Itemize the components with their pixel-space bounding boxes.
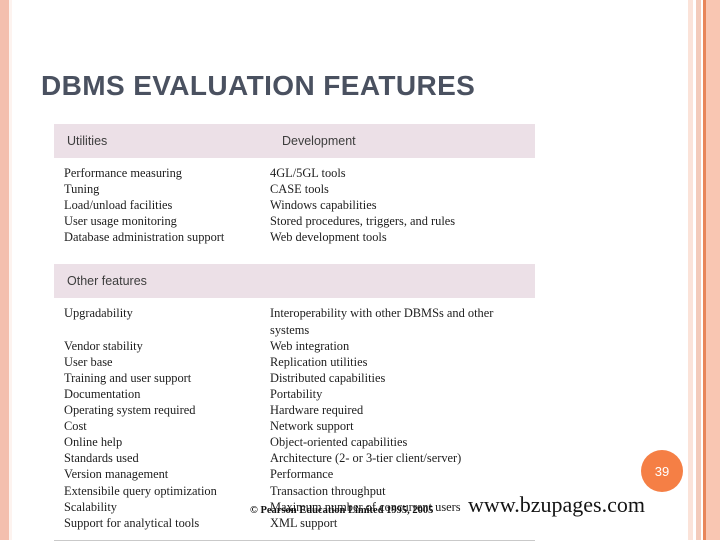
section-header-row: Utilities Development bbox=[54, 124, 535, 158]
section-body: Performance measuring 4GL/5GL tools Tuni… bbox=[54, 158, 535, 245]
table-cell: Vendor stability bbox=[64, 338, 143, 353]
table-cell: Upgradability bbox=[64, 306, 133, 321]
table-cell: Cost bbox=[64, 419, 87, 434]
left-edge-inner-stripe bbox=[9, 0, 12, 540]
table-cell: Stored procedures, triggers, and rules bbox=[270, 214, 456, 229]
table-cell: User usage monitoring bbox=[64, 214, 177, 229]
section-header-row: Other features bbox=[54, 264, 535, 299]
table-cell: Performance measuring bbox=[64, 166, 183, 180]
right-stripe-6 bbox=[706, 0, 720, 540]
table-cell: Architecture (2- or 3-tier client/server… bbox=[270, 451, 462, 466]
left-edge-stripe bbox=[0, 0, 9, 540]
table-row: Operating system required Hardware requi… bbox=[54, 402, 535, 418]
table-row: Cost Network support bbox=[54, 418, 535, 434]
table-cell: Distributed capabilities bbox=[270, 370, 386, 385]
table-cell: Tuning bbox=[64, 182, 100, 197]
page-title: DBMS EVALUATION FEATURES bbox=[41, 70, 476, 101]
evaluation-features-table: Utilities Development Performance measur… bbox=[54, 124, 535, 541]
table-cell: Hardware required bbox=[270, 403, 364, 418]
table-cell: Portability bbox=[270, 386, 323, 401]
section-body: Upgradability Interoperability with othe… bbox=[54, 298, 535, 530]
table-cell: 4GL/5GL tools bbox=[270, 166, 346, 180]
table-row: User base Replication utilities bbox=[54, 354, 535, 370]
table-row: Documentation Portability bbox=[54, 386, 535, 402]
table-section-utilities: Utilities Development Performance measur… bbox=[54, 124, 535, 245]
table-row: Tuning CASE tools bbox=[54, 181, 535, 197]
table-row: Version management Performance bbox=[54, 466, 535, 482]
table-cell: Interoperability with other DBMSs and ot… bbox=[270, 306, 494, 337]
table-cell: Replication utilities bbox=[270, 354, 368, 369]
table-row: Load/unload facilities Windows capabilit… bbox=[54, 197, 535, 213]
table-cell: Training and user support bbox=[64, 370, 192, 385]
site-watermark: www.bzupages.com bbox=[468, 492, 645, 517]
table-section-other-features: Other features Upgradability Interoperab… bbox=[54, 264, 535, 541]
table-cell: Extensibile query optimization bbox=[64, 483, 217, 498]
table-cell: Version management bbox=[64, 467, 169, 482]
table-cell: Support for analytical tools bbox=[64, 515, 200, 530]
table-cell: Object-oriented capabilities bbox=[270, 435, 408, 450]
table-cell: Scalability bbox=[64, 499, 117, 514]
table-row: Support for analytical tools XML support bbox=[54, 515, 535, 531]
table-cell: Performance bbox=[270, 467, 334, 482]
table-row: Vendor stability Web integration bbox=[54, 338, 535, 354]
table-cell: Database administration support bbox=[64, 230, 225, 245]
table-cell: Network support bbox=[270, 419, 354, 434]
column-header-other-features: Other features bbox=[67, 274, 147, 289]
table-row: Online help Object-oriented capabilities bbox=[54, 434, 535, 450]
page-number-badge: 39 bbox=[641, 450, 683, 492]
table-cell: User base bbox=[64, 354, 113, 369]
table-cell: Windows capabilities bbox=[270, 198, 377, 213]
table-cell: Web development tools bbox=[270, 230, 387, 245]
copyright-notice: © Pearson Education Limited 1995, 2005 bbox=[250, 505, 434, 516]
table-row: Performance measuring 4GL/5GL tools bbox=[54, 165, 535, 181]
table-row: Standards used Architecture (2- or 3-tie… bbox=[54, 450, 535, 466]
table-cell: Web integration bbox=[270, 338, 350, 353]
right-edge-stripe-group bbox=[688, 0, 720, 540]
column-header-development: Development bbox=[282, 134, 356, 148]
table-row: Training and user support Distributed ca… bbox=[54, 370, 535, 386]
table-cell: Load/unload facilities bbox=[64, 198, 173, 213]
table-row: User usage monitoring Stored procedures,… bbox=[54, 213, 535, 229]
table-row: Upgradability Interoperability with othe… bbox=[54, 305, 535, 337]
table-row: Extensibile query optimization Transacti… bbox=[54, 483, 535, 499]
table-cell: Standards used bbox=[64, 451, 139, 466]
table-cell: Online help bbox=[64, 435, 123, 450]
table-cell: CASE tools bbox=[270, 182, 329, 197]
table-cell: Documentation bbox=[64, 386, 141, 401]
table-row: Database administration support Web deve… bbox=[54, 229, 535, 245]
column-header-utilities: Utilities bbox=[67, 134, 108, 148]
table-cell: Operating system required bbox=[64, 403, 196, 418]
